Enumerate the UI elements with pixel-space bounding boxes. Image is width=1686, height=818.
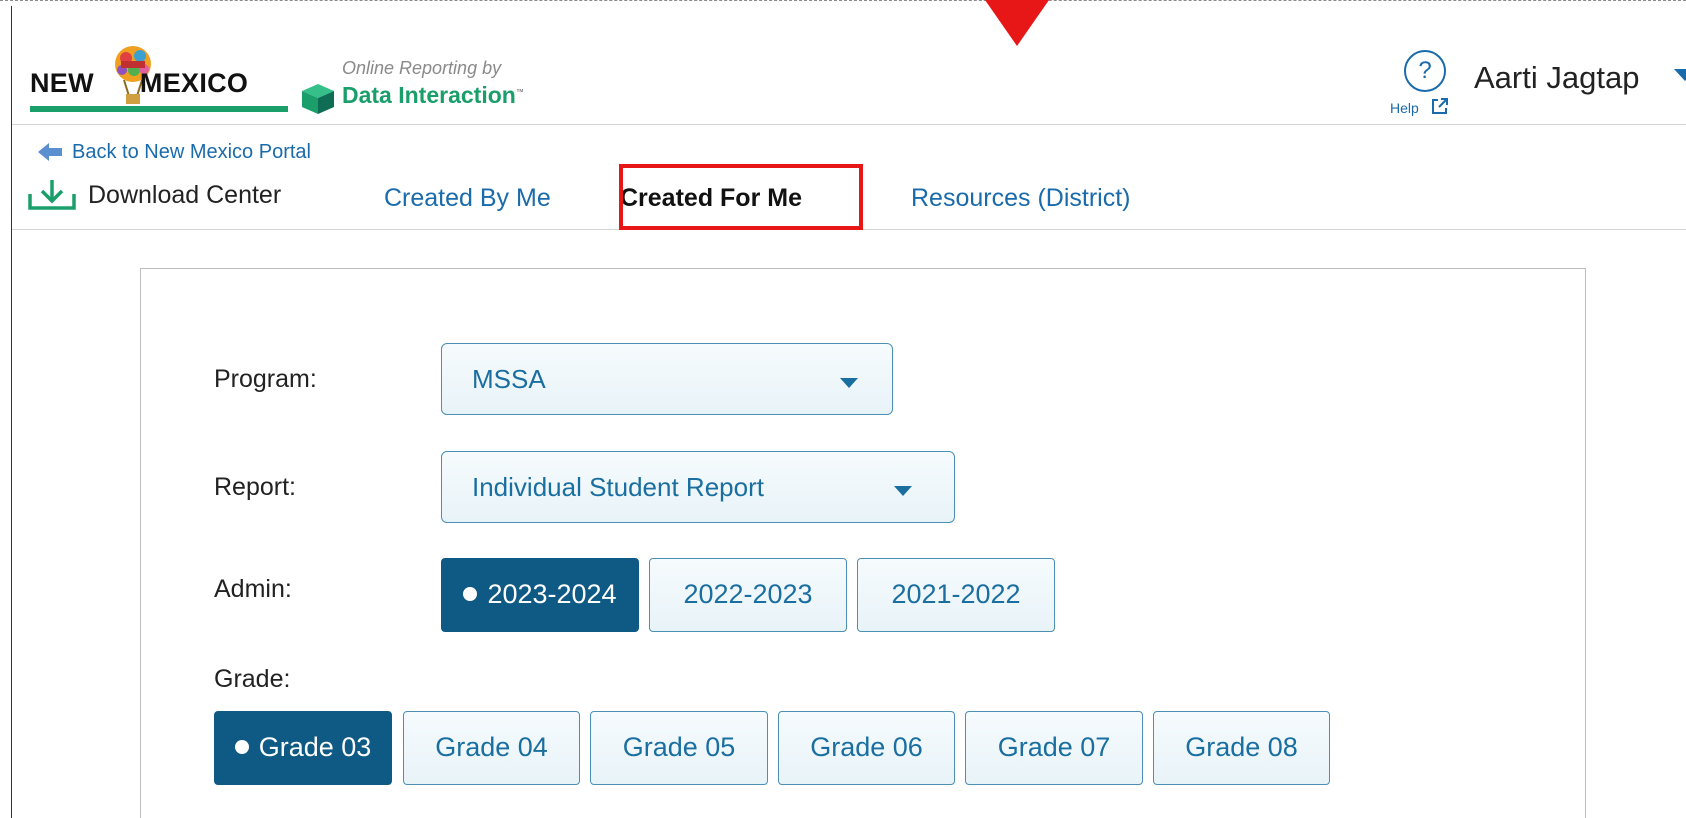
help-label: Help	[1390, 100, 1419, 116]
tab-download-center[interactable]: Download Center	[28, 178, 281, 212]
admin-option-2021-2022[interactable]: 2021-2022	[857, 558, 1055, 632]
grade-option-04[interactable]: Grade 04	[403, 711, 580, 785]
program-select[interactable]: MSSA	[441, 343, 893, 415]
logo-word-mexico: MEXICO	[139, 68, 249, 98]
admin-option-2023-2024[interactable]: 2023-2024	[441, 558, 639, 632]
tab-download-center-label: Download Center	[88, 180, 282, 209]
report-select[interactable]: Individual Student Report	[441, 451, 955, 523]
grade-label: Grade:	[214, 665, 291, 693]
admin-label: Admin:	[214, 575, 292, 603]
question-mark-icon: ?	[1404, 50, 1446, 92]
back-link-label: Back to New Mexico Portal	[72, 140, 311, 163]
grade-option-label: Grade 03	[258, 732, 372, 762]
chevron-down-icon	[840, 378, 858, 388]
selected-dot-icon	[463, 587, 478, 601]
chevron-down-icon	[894, 486, 912, 496]
report-filter-panel: Program: MSSA Report: Individual Student…	[140, 268, 1586, 818]
vendor-tagline: Online Reporting by	[342, 58, 502, 78]
report-select-value: Individual Student Report	[472, 472, 764, 502]
grade-option-03[interactable]: Grade 03	[214, 711, 392, 785]
trademark-mark: ™	[515, 87, 524, 97]
data-interaction-logo: Online Reporting by Data Interaction™	[300, 58, 550, 118]
grade-option-05[interactable]: Grade 05	[590, 711, 768, 785]
arrow-left-icon	[38, 143, 62, 161]
download-icon	[28, 180, 76, 210]
user-menu-caret-icon[interactable]	[1674, 69, 1686, 81]
program-label: Program:	[214, 365, 317, 393]
selected-dot-icon	[234, 740, 249, 754]
user-menu-name[interactable]: Aarti Jagtap	[1474, 60, 1639, 96]
back-to-portal-link[interactable]: Back to New Mexico Portal	[38, 140, 311, 164]
tab-resources-district[interactable]: Resources (District)	[911, 184, 1130, 213]
grade-option-07[interactable]: Grade 07	[965, 711, 1143, 785]
cube-icon	[302, 84, 334, 114]
external-link-icon	[1432, 98, 1448, 114]
logo-underline	[30, 106, 288, 112]
admin-option-2022-2023[interactable]: 2022-2023	[649, 558, 847, 632]
report-label: Report:	[214, 473, 296, 501]
admin-option-label: 2023-2024	[487, 579, 617, 609]
tab-created-by-me[interactable]: Created By Me	[384, 184, 551, 213]
logo-word-new: NEW	[30, 68, 94, 98]
grade-option-08[interactable]: Grade 08	[1153, 711, 1330, 785]
frame-left-border	[11, 6, 12, 818]
app-header: NEW MEXICO Online Reporting by Data Inter…	[12, 6, 1686, 125]
program-select-value: MSSA	[472, 364, 546, 394]
grade-option-06[interactable]: Grade 06	[778, 711, 955, 785]
vendor-name: Data Interaction	[342, 82, 516, 108]
new-mexico-logo[interactable]: NEW MEXICO	[30, 44, 292, 112]
highlight-box	[619, 164, 863, 230]
help-button[interactable]: ? Help	[1390, 50, 1462, 126]
